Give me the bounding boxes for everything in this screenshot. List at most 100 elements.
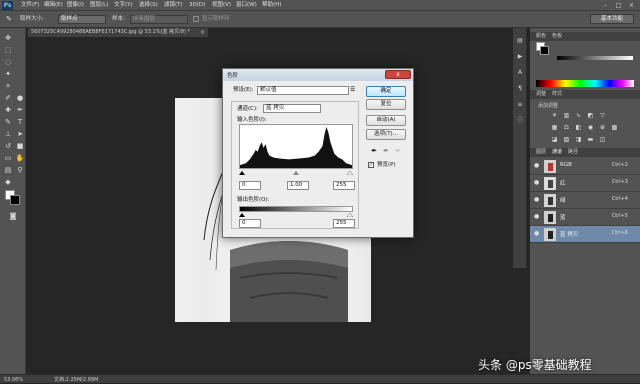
menu-layer[interactable]: 图层(L) bbox=[90, 1, 108, 10]
tab-channels[interactable]: 通道 bbox=[552, 148, 562, 156]
menu-file[interactable]: 文件(F) bbox=[21, 1, 39, 10]
crop-tool-icon[interactable]: ⌗ bbox=[3, 82, 13, 91]
auto-button[interactable]: 自动(A) bbox=[366, 115, 406, 126]
close-document-icon[interactable]: × bbox=[200, 28, 208, 37]
preset-menu-icon[interactable]: ☰ bbox=[350, 86, 355, 94]
zoom-tool-icon[interactable]: ⚲ bbox=[15, 166, 25, 175]
document-tab[interactable]: 5607325C499280488AEB8F6171743C.jpg @ 53.… bbox=[28, 28, 208, 37]
color-lookup-icon[interactable]: ▩ bbox=[610, 124, 619, 132]
quick-mask-icon[interactable]: ◙ bbox=[8, 212, 18, 221]
black-white-icon[interactable]: ◧ bbox=[574, 124, 583, 132]
eyedropper-tool-icon[interactable]: ✎ bbox=[6, 15, 12, 24]
output-slider[interactable] bbox=[239, 213, 353, 217]
menu-select[interactable]: 选择(S) bbox=[139, 1, 158, 10]
preview-checkbox[interactable]: ✓ bbox=[368, 162, 374, 168]
character-panel-icon[interactable]: A bbox=[515, 68, 525, 77]
levels-icon[interactable]: ▥ bbox=[562, 112, 571, 120]
menu-3d[interactable]: 3D(D) bbox=[189, 1, 205, 10]
gray-eyedropper-icon[interactable]: ✒ bbox=[382, 147, 390, 156]
tab-layers[interactable]: 图层 bbox=[536, 148, 546, 156]
hand-tool-icon[interactable]: ✋ bbox=[15, 154, 25, 163]
reset-button[interactable]: 复位 bbox=[366, 99, 406, 110]
history-panel-icon[interactable]: ▤ bbox=[515, 36, 525, 45]
move-tool-icon[interactable]: ✥ bbox=[3, 34, 13, 43]
actions-panel-icon[interactable]: ▶ bbox=[515, 52, 525, 61]
healing-brush-icon[interactable]: ✚ bbox=[3, 106, 13, 115]
type-tool-icon[interactable]: T bbox=[15, 118, 25, 127]
background-color-swatch[interactable] bbox=[10, 195, 20, 205]
path-select-icon[interactable]: ➤ bbox=[15, 130, 25, 139]
minimize-button[interactable]: – bbox=[600, 1, 611, 10]
properties-panel-icon[interactable]: ≡ bbox=[515, 100, 525, 109]
menu-help[interactable]: 帮助(H) bbox=[262, 1, 281, 10]
posterize-icon[interactable]: ▧ bbox=[562, 136, 571, 144]
output-white-field[interactable]: 255 bbox=[333, 219, 355, 228]
menu-filter[interactable]: 滤镜(T) bbox=[164, 1, 183, 10]
channel-select[interactable]: 蓝 拷贝 bbox=[263, 104, 321, 113]
shape-tool-icon[interactable]: ■ bbox=[15, 142, 25, 151]
visibility-eye-icon[interactable]: ● bbox=[534, 179, 539, 186]
channel-row-red[interactable]: ● 红 Ctrl+3 bbox=[530, 175, 640, 192]
threshold-icon[interactable]: ◨ bbox=[574, 136, 583, 144]
panel-background-swatch[interactable] bbox=[540, 46, 549, 55]
gradient-map-icon[interactable]: ▬ bbox=[586, 136, 595, 144]
input-slider[interactable] bbox=[239, 171, 353, 175]
tab-adjustments[interactable]: 调整 bbox=[536, 90, 546, 98]
brightness-icon[interactable]: ☀ bbox=[550, 112, 559, 120]
tab-paths[interactable]: 路径 bbox=[568, 148, 578, 156]
output-black-field[interactable]: 0 bbox=[239, 219, 261, 228]
blur-tool-icon[interactable]: ◆ bbox=[3, 178, 13, 187]
visibility-eye-icon[interactable]: ● bbox=[534, 196, 539, 203]
black-eyedropper-icon[interactable]: ✒ bbox=[370, 147, 378, 156]
channel-row-blue[interactable]: ● 蓝 Ctrl+5 bbox=[530, 209, 640, 226]
info-panel-icon[interactable]: ⓘ bbox=[515, 116, 525, 125]
marquee-tool-icon[interactable]: ⬚ bbox=[3, 46, 13, 55]
quick-select-tool-icon[interactable]: ✦ bbox=[3, 70, 13, 79]
tab-styles[interactable]: 样式 bbox=[552, 90, 562, 98]
eraser-tool-icon[interactable]: ▭ bbox=[3, 154, 13, 163]
input-black-field[interactable]: 0 bbox=[239, 181, 261, 190]
history-brush-icon[interactable]: ↺ bbox=[3, 142, 13, 151]
eyedropper-icon[interactable]: ✐ bbox=[3, 94, 13, 103]
dialog-close-button[interactable]: x bbox=[385, 70, 411, 79]
tab-swatches[interactable]: 色板 bbox=[552, 32, 562, 40]
lasso-tool-icon[interactable]: ◌ bbox=[3, 58, 13, 67]
visibility-eye-icon[interactable]: ● bbox=[534, 213, 539, 220]
tab-color[interactable]: 颜色 bbox=[536, 32, 546, 40]
channel-row-green[interactable]: ● 绿 Ctrl+4 bbox=[530, 192, 640, 209]
photo-filter-icon[interactable]: ◉ bbox=[586, 124, 595, 132]
workspace-select[interactable]: 基本功能 bbox=[590, 14, 634, 24]
gray-slider[interactable] bbox=[557, 56, 633, 60]
pen-tool-icon[interactable]: ✒ bbox=[15, 106, 25, 115]
options-button[interactable]: 选项(T)... bbox=[366, 129, 406, 140]
close-window-button[interactable]: × bbox=[626, 1, 637, 10]
channel-row-blue-copy[interactable]: ● 蓝 拷贝 Ctrl+6 bbox=[530, 226, 640, 243]
input-gamma-field[interactable]: 1.00 bbox=[287, 181, 309, 190]
vibrance-icon[interactable]: ▽ bbox=[598, 112, 607, 120]
hue-saturation-icon[interactable]: ▦ bbox=[550, 124, 559, 132]
brush-tool-icon[interactable]: ✎ bbox=[3, 118, 13, 127]
menu-edit[interactable]: 编辑(E) bbox=[44, 1, 63, 10]
menu-view[interactable]: 视图(V) bbox=[212, 1, 231, 10]
exposure-icon[interactable]: ◩ bbox=[586, 112, 595, 120]
menu-type[interactable]: 文字(Y) bbox=[114, 1, 133, 10]
selective-color-icon[interactable]: ◫ bbox=[598, 136, 607, 144]
gradient-tool-icon[interactable]: ▤ bbox=[3, 166, 13, 175]
sample-size-select[interactable]: 取样点 bbox=[58, 15, 106, 24]
paragraph-panel-icon[interactable]: ¶ bbox=[515, 84, 525, 93]
clone-stamp-icon[interactable]: ⊥ bbox=[3, 130, 13, 139]
visibility-eye-icon[interactable]: ● bbox=[534, 230, 539, 237]
maximize-button[interactable]: □ bbox=[613, 1, 624, 10]
visibility-eye-icon[interactable]: ● bbox=[534, 162, 539, 169]
dodge-tool-icon[interactable]: ● bbox=[15, 94, 25, 103]
color-balance-icon[interactable]: ⚖ bbox=[562, 124, 571, 132]
input-white-field[interactable]: 255 bbox=[333, 181, 355, 190]
curves-icon[interactable]: ∿ bbox=[574, 112, 583, 120]
channel-row-rgb[interactable]: ● RGB Ctrl+2 bbox=[530, 158, 640, 175]
channel-mixer-icon[interactable]: ⊕ bbox=[598, 124, 607, 132]
white-eyedropper-icon[interactable]: ✒ bbox=[394, 147, 402, 156]
ok-button[interactable]: 确定 bbox=[366, 86, 406, 97]
show-ring-checkbox[interactable] bbox=[193, 16, 199, 22]
invert-icon[interactable]: ◪ bbox=[550, 136, 559, 144]
color-spectrum[interactable] bbox=[536, 80, 634, 87]
